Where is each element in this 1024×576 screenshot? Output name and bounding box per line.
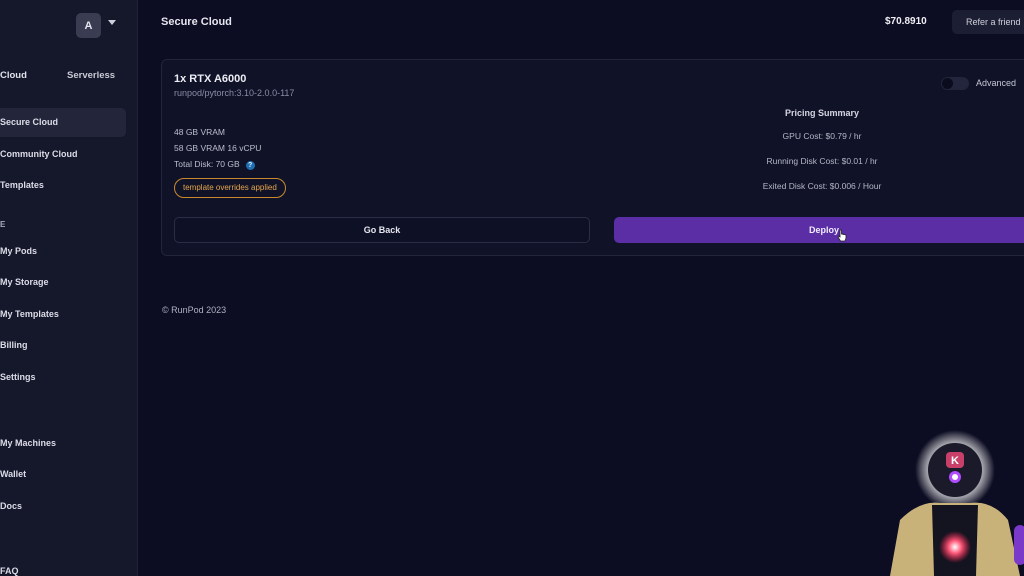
sidebar-section-label: E xyxy=(0,220,6,229)
deploy-button[interactable]: Deploy xyxy=(614,217,1024,243)
copyright: © RunPod 2023 xyxy=(162,305,227,315)
sidebar-item-billing[interactable]: Billing xyxy=(0,331,126,360)
sidebar: A Cloud Serverless Secure Cloud Communit… xyxy=(0,0,138,576)
pricing-summary-title: Pricing Summary xyxy=(784,108,860,118)
streamer-avatar-overlay: K xyxy=(890,430,1024,576)
toggle-knob xyxy=(942,78,953,89)
advanced-label: Advanced xyxy=(976,78,1017,88)
account-balance: $70.8910 xyxy=(885,16,927,27)
chevron-down-icon[interactable] xyxy=(108,20,116,25)
deploy-card: 1x RTX A6000 runpod/pytorch:3.10-2.0.0-1… xyxy=(161,59,1024,256)
sidebar-item-my-pods[interactable]: My Pods xyxy=(0,237,126,266)
spec-ram-cpu: 58 GB VRAM 16 vCPU xyxy=(174,143,262,153)
hand-cursor-icon xyxy=(837,229,847,242)
sidebar-item-my-machines[interactable]: My Machines xyxy=(0,429,126,458)
tab-serverless[interactable]: Serverless xyxy=(67,70,115,81)
spec-disk: Total Disk: 70 GB xyxy=(174,159,240,169)
exited-disk-cost: Exited Disk Cost: $0.006 / Hour xyxy=(762,181,882,191)
tab-cloud[interactable]: Cloud xyxy=(0,70,27,81)
sidebar-item-community-cloud[interactable]: Community Cloud xyxy=(0,140,126,169)
template-override-badge: template overrides applied xyxy=(174,178,286,198)
spec-disk-row: Total Disk: 70 GB? xyxy=(174,159,255,170)
running-disk-cost: Running Disk Cost: $0.01 / hr xyxy=(766,156,878,166)
account-avatar[interactable]: A xyxy=(76,13,101,38)
spec-vram: 48 GB VRAM xyxy=(174,127,226,137)
sidebar-item-wallet[interactable]: Wallet xyxy=(0,460,126,489)
sidebar-item-secure-cloud[interactable]: Secure Cloud xyxy=(0,108,126,137)
sidebar-item-my-templates[interactable]: My Templates xyxy=(0,300,126,329)
sidebar-item-docs[interactable]: Docs xyxy=(0,492,126,521)
sidebar-item-templates[interactable]: Templates xyxy=(0,171,126,200)
gpu-name: 1x RTX A6000 xyxy=(174,73,247,85)
sidebar-item-faq[interactable]: FAQ xyxy=(0,557,126,576)
svg-text:K: K xyxy=(951,455,959,467)
sidebar-item-settings[interactable]: Settings xyxy=(0,363,126,392)
advanced-toggle[interactable] xyxy=(941,77,969,90)
go-back-button[interactable]: Go Back xyxy=(174,217,590,243)
gpu-cost: GPU Cost: $0.79 / hr xyxy=(782,131,862,141)
page-title: Secure Cloud xyxy=(161,16,232,28)
help-icon[interactable]: ? xyxy=(245,161,255,170)
container-image: runpod/pytorch:3.10-2.0.0-117 xyxy=(174,88,295,98)
sidebar-item-my-storage[interactable]: My Storage xyxy=(0,268,126,297)
refer-friend-button[interactable]: Refer a friend xyxy=(952,10,1024,34)
